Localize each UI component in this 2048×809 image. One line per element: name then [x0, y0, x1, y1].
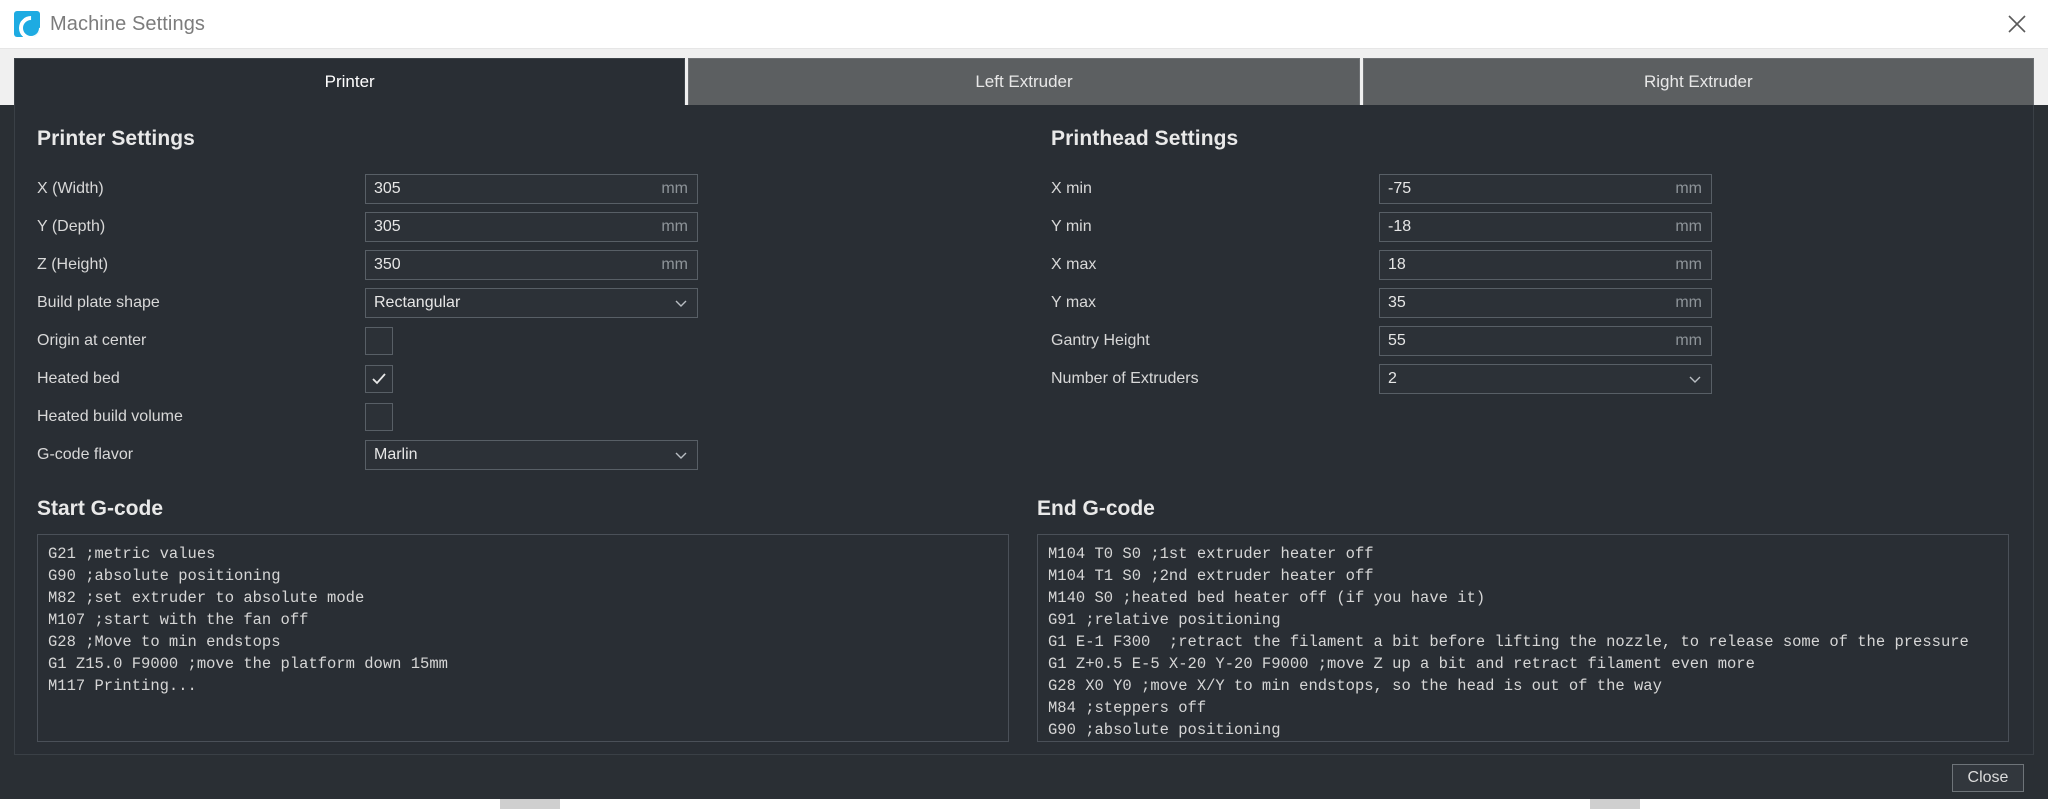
- end-gcode-section: End G-code M104 T0 S0 ;1st extruder heat…: [1023, 475, 2009, 742]
- input-y-depth[interactable]: 305 mm: [365, 212, 698, 242]
- row-build-plate-shape: Build plate shape Rectangular: [37, 284, 1023, 322]
- tab-bar: Printer Left Extruder Right Extruder: [0, 49, 2048, 105]
- label-build-plate-shape: Build plate shape: [37, 294, 160, 311]
- select-build-plate-shape[interactable]: Rectangular: [365, 288, 698, 318]
- chevron-down-icon: [674, 296, 688, 310]
- printhead-settings-rows: X min -75 mm Y min -18 mm X max 18 mm Y …: [1051, 170, 2009, 398]
- label-x-max: X max: [1051, 256, 1097, 273]
- label-gcode-flavor: G-code flavor: [37, 446, 134, 463]
- select-number-of-extruders-value: 2: [1388, 370, 1397, 387]
- unit-z-height: mm: [661, 256, 688, 273]
- label-z-height: Z (Height): [37, 256, 109, 273]
- end-gcode-textarea[interactable]: M104 T0 S0 ;1st extruder heater off M104…: [1037, 534, 2009, 742]
- label-y-max: Y max: [1051, 294, 1097, 311]
- row-number-of-extruders: Number of Extruders 2: [1051, 360, 2009, 398]
- window-title: Machine Settings: [50, 12, 206, 35]
- close-icon[interactable]: [2004, 11, 2030, 37]
- checkbox-heated-build-volume[interactable]: [365, 403, 393, 431]
- input-gantry-height[interactable]: 55 mm: [1379, 326, 1712, 356]
- label-x-width: X (Width): [37, 180, 104, 197]
- select-build-plate-shape-value: Rectangular: [374, 294, 461, 311]
- start-gcode-section: Start G-code G21 ;metric values G90 ;abs…: [37, 475, 1023, 742]
- input-x-width-value: 305: [374, 180, 401, 197]
- row-heated-build-volume: Heated build volume: [37, 398, 1023, 436]
- input-x-min-value: -75: [1388, 180, 1412, 197]
- input-x-width[interactable]: 305 mm: [365, 174, 698, 204]
- printer-tab-panel: Printer Settings X (Width) 305 mm Y (Dep…: [14, 105, 2034, 755]
- printer-settings-rows: X (Width) 305 mm Y (Depth) 305 mm Z (Hei…: [37, 170, 1023, 474]
- close-button[interactable]: Close: [1952, 764, 2024, 792]
- input-y-max[interactable]: 35 mm: [1379, 288, 1712, 318]
- input-x-max[interactable]: 18 mm: [1379, 250, 1712, 280]
- tab-left-extruder[interactable]: Left Extruder: [688, 58, 1360, 105]
- tab-printer-label: Printer: [324, 72, 375, 91]
- label-heated-bed: Heated bed: [37, 370, 120, 387]
- label-gantry-height: Gantry Height: [1051, 332, 1150, 349]
- label-number-of-extruders: Number of Extruders: [1051, 370, 1199, 387]
- tab-left-extruder-label: Left Extruder: [975, 72, 1073, 91]
- row-z-height: Z (Height) 350 mm: [37, 246, 1023, 284]
- gcode-sections: Start G-code G21 ;metric values G90 ;abs…: [37, 475, 2009, 742]
- select-number-of-extruders[interactable]: 2: [1379, 364, 1712, 394]
- select-gcode-flavor-value: Marlin: [374, 446, 418, 463]
- end-gcode-text: M104 T0 S0 ;1st extruder heater off M104…: [1048, 545, 1969, 739]
- checkbox-heated-bed[interactable]: [365, 365, 393, 393]
- start-gcode-text: G21 ;metric values G90 ;absolute positio…: [48, 545, 448, 695]
- unit-y-min: mm: [1675, 218, 1702, 235]
- tab-right-extruder-label: Right Extruder: [1643, 72, 1753, 91]
- unit-x-max: mm: [1675, 256, 1702, 273]
- unit-x-min: mm: [1675, 180, 1702, 197]
- label-y-depth: Y (Depth): [37, 218, 106, 235]
- taskbar-strip: [0, 799, 2048, 809]
- input-z-height-value: 350: [374, 256, 401, 273]
- input-gantry-height-value: 55: [1388, 332, 1406, 349]
- select-gcode-flavor[interactable]: Marlin: [365, 440, 698, 470]
- label-origin-at-center: Origin at center: [37, 332, 147, 349]
- tab-right-extruder[interactable]: Right Extruder: [1362, 58, 2034, 105]
- input-y-depth-value: 305: [374, 218, 401, 235]
- cura-logo-icon: [14, 11, 40, 37]
- printhead-settings-heading: Printhead Settings: [1051, 127, 1239, 150]
- start-gcode-textarea[interactable]: G21 ;metric values G90 ;absolute positio…: [37, 534, 1009, 742]
- printer-settings-heading: Printer Settings: [37, 127, 195, 150]
- label-x-min: X min: [1051, 180, 1092, 197]
- unit-x-width: mm: [661, 180, 688, 197]
- row-x-width: X (Width) 305 mm: [37, 170, 1023, 208]
- input-x-min[interactable]: -75 mm: [1379, 174, 1712, 204]
- close-button-label: Close: [1967, 769, 2009, 786]
- checkbox-origin-at-center[interactable]: [365, 327, 393, 355]
- tab-printer[interactable]: Printer: [14, 58, 686, 105]
- end-gcode-heading: End G-code: [1037, 497, 1155, 520]
- unit-y-max: mm: [1675, 294, 1702, 311]
- label-y-min: Y min: [1051, 218, 1092, 235]
- input-y-min[interactable]: -18 mm: [1379, 212, 1712, 242]
- row-y-max: Y max 35 mm: [1051, 284, 2009, 322]
- start-gcode-heading: Start G-code: [37, 497, 164, 520]
- row-y-min: Y min -18 mm: [1051, 208, 2009, 246]
- row-heated-bed: Heated bed: [37, 360, 1023, 398]
- input-z-height[interactable]: 350 mm: [365, 250, 698, 280]
- row-gantry-height: Gantry Height 55 mm: [1051, 322, 2009, 360]
- machine-settings-dialog: Machine Settings Printer Left Extruder R…: [0, 0, 2048, 809]
- row-origin-at-center: Origin at center: [37, 322, 1023, 360]
- label-heated-build-volume: Heated build volume: [37, 408, 183, 425]
- checkmark-icon: [371, 371, 387, 387]
- title-bar: Machine Settings: [0, 0, 2048, 49]
- chevron-down-icon: [674, 448, 688, 462]
- input-y-max-value: 35: [1388, 294, 1406, 311]
- row-x-min: X min -75 mm: [1051, 170, 2009, 208]
- row-x-max: X max 18 mm: [1051, 246, 2009, 284]
- input-x-max-value: 18: [1388, 256, 1406, 273]
- row-gcode-flavor: G-code flavor Marlin: [37, 436, 1023, 474]
- unit-y-depth: mm: [661, 218, 688, 235]
- chevron-down-icon: [1688, 372, 1702, 386]
- unit-gantry-height: mm: [1675, 332, 1702, 349]
- row-y-depth: Y (Depth) 305 mm: [37, 208, 1023, 246]
- input-y-min-value: -18: [1388, 218, 1412, 235]
